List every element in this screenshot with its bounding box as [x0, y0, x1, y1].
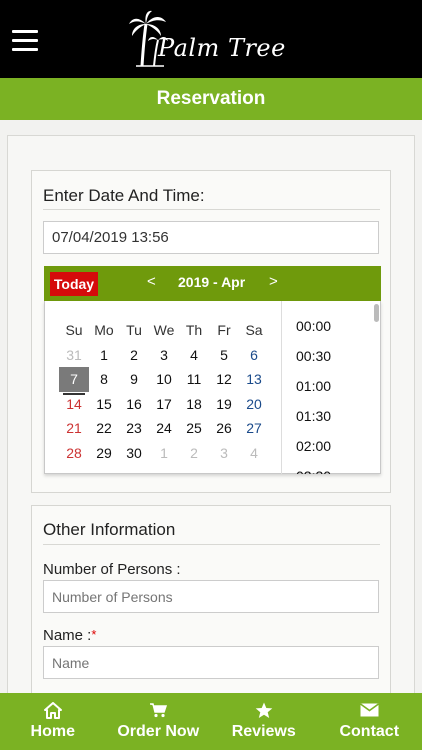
home-icon [43, 701, 62, 719]
envelope-icon [359, 701, 379, 719]
nav-order-now[interactable]: Order Now [106, 693, 212, 750]
time-list-scrollbar[interactable] [374, 304, 379, 322]
time-option[interactable]: 02:30 [282, 461, 381, 474]
calendar-day[interactable]: 5 [209, 343, 239, 368]
calendar-day[interactable]: 25 [179, 416, 209, 441]
divider [43, 544, 380, 545]
divider [43, 209, 380, 210]
calendar-week: 31 1 2 3 4 5 6 [59, 343, 269, 368]
calendar-day[interactable]: 21 [59, 416, 89, 441]
calendar-day[interactable]: 3 [209, 441, 239, 466]
weekday-label: We [153, 322, 175, 338]
weekday-label: Th [185, 322, 203, 338]
nav-contact[interactable]: Contact [317, 693, 422, 750]
calendar-day[interactable]: 1 [149, 441, 179, 466]
calendar-day[interactable]: 20 [239, 392, 269, 417]
other-section-title: Other Information [43, 520, 176, 539]
weekday-label: Sa [245, 322, 263, 338]
calendar-day[interactable]: 11 [179, 367, 209, 392]
calendar-day[interactable]: 2 [179, 441, 209, 466]
datetime-section-title: Enter Date And Time: [43, 186, 205, 205]
logo-text: Palm Tree [158, 34, 286, 62]
month-label: 2019 - Apr [178, 274, 246, 290]
prev-month-button[interactable]: < [147, 273, 156, 290]
required-marker: * [91, 627, 97, 642]
time-option[interactable]: 01:00 [282, 371, 381, 401]
calendar-day[interactable]: 6 [239, 343, 269, 368]
calendar-day[interactable]: 18 [179, 392, 209, 417]
calendar-day[interactable]: 19 [209, 392, 239, 417]
nav-reviews[interactable]: Reviews [211, 693, 317, 750]
cart-icon [149, 701, 168, 719]
weekday-label: Fr [217, 322, 231, 338]
star-icon [255, 701, 273, 719]
calendar-week: 14 15 16 17 18 19 20 [59, 392, 269, 417]
title-bar: Reservation [0, 78, 422, 120]
calendar-day[interactable]: 28 [59, 441, 89, 466]
datepicker-body: Su Mo Tu We Th Fr Sa 31 1 2 3 4 5 6 7 8 … [44, 301, 381, 474]
time-option[interactable]: 00:00 [282, 311, 381, 341]
weekday-header: Su Mo Tu We Th Fr Sa [59, 318, 269, 343]
calendar-day[interactable]: 29 [89, 441, 119, 466]
calendar-day[interactable]: 10 [149, 367, 179, 392]
name-label: Name : [43, 627, 92, 644]
calendar-day[interactable]: 15 [89, 392, 119, 417]
calendar-day[interactable]: 1 [89, 343, 119, 368]
nav-reviews-label: Reviews [231, 723, 296, 740]
name-input[interactable] [43, 646, 379, 679]
calendar-day[interactable]: 26 [209, 416, 239, 441]
calendar-day[interactable]: 9 [119, 367, 149, 392]
weekday-label: Su [65, 322, 83, 338]
hamburger-icon[interactable] [12, 30, 38, 52]
calendar-day-selected[interactable]: 7 [59, 367, 89, 394]
calendar-day[interactable]: 12 [209, 367, 239, 392]
persons-label: Number of Persons : [43, 561, 181, 578]
today-button[interactable]: Today [50, 272, 98, 296]
calendar-week: 7 8 9 10 11 12 13 [59, 367, 269, 394]
next-month-button[interactable]: > [269, 273, 278, 290]
calendar-day[interactable]: 23 [119, 416, 149, 441]
nav-home-label: Home [30, 723, 75, 740]
time-list[interactable]: 00:00 00:30 01:00 01:30 02:00 02:30 [281, 301, 381, 474]
datepicker-header: Today < 2019 - Apr > [44, 266, 381, 301]
weekday-label: Tu [126, 322, 142, 338]
page-title: Reservation [156, 88, 266, 109]
nav-order-now-label: Order Now [117, 723, 200, 740]
calendar-day[interactable]: 3 [149, 343, 179, 368]
calendar-week: 28 29 30 1 2 3 4 [59, 441, 269, 466]
name-label-row: Name :* [43, 627, 96, 644]
persons-input[interactable] [43, 580, 379, 613]
calendar-day[interactable]: 16 [119, 392, 149, 417]
calendar-day[interactable]: 8 [89, 367, 119, 392]
calendar-day[interactable]: 27 [239, 416, 269, 441]
calendar-day[interactable]: 30 [119, 441, 149, 466]
calendar-day[interactable]: 14 [59, 392, 89, 417]
top-bar: Palm Tree [0, 0, 422, 78]
time-option[interactable]: 02:00 [282, 431, 381, 461]
calendar-day[interactable]: 4 [239, 441, 269, 466]
calendar-day[interactable]: 31 [59, 343, 89, 368]
nav-home[interactable]: Home [0, 693, 106, 750]
calendar-day[interactable]: 13 [239, 367, 269, 392]
calendar-day[interactable]: 4 [179, 343, 209, 368]
calendar-day[interactable]: 22 [89, 416, 119, 441]
calendar-day[interactable]: 2 [119, 343, 149, 368]
calendar-week: 21 22 23 24 25 26 27 [59, 416, 269, 441]
weekday-label: Mo [94, 322, 114, 338]
calendar-day[interactable]: 24 [149, 416, 179, 441]
calendar-day[interactable]: 17 [149, 392, 179, 417]
logo: Palm Tree [128, 10, 298, 68]
time-option[interactable]: 01:30 [282, 401, 381, 431]
bottom-nav: Home Order Now Reviews Contact [0, 693, 422, 750]
datetime-input[interactable]: 07/04/2019 13:56 [43, 221, 379, 254]
nav-contact-label: Contact [339, 723, 400, 740]
calendar-grid: Su Mo Tu We Th Fr Sa 31 1 2 3 4 5 6 7 8 … [59, 318, 269, 465]
time-option[interactable]: 00:30 [282, 341, 381, 371]
